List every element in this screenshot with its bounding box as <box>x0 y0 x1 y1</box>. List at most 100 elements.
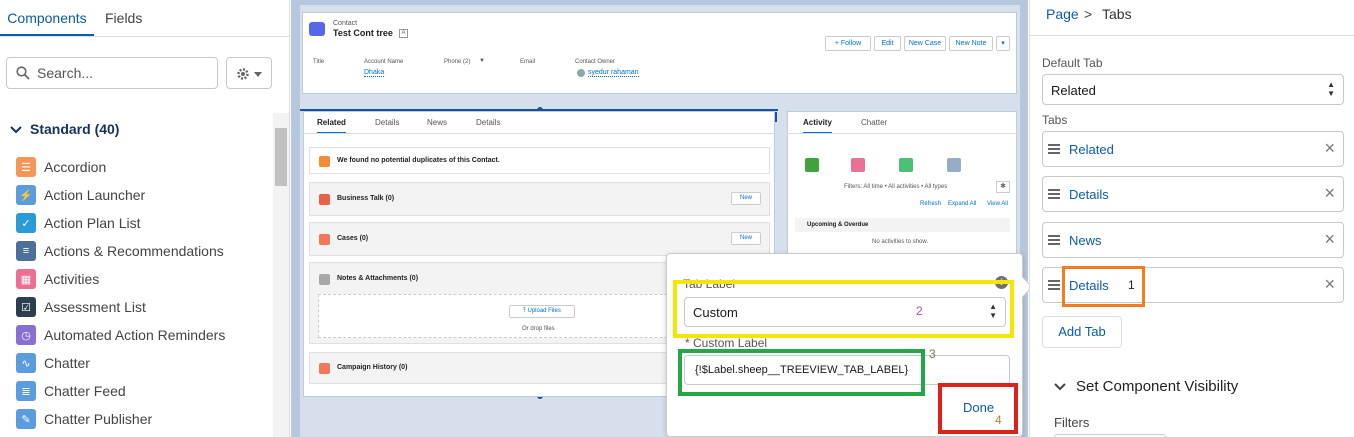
record-name: Test Cont tree <box>333 28 393 38</box>
filter-gear-icon[interactable]: ✱ <box>996 181 1010 193</box>
expand-all-link[interactable]: Expand All <box>948 201 976 207</box>
component-label: Chatter <box>44 355 90 371</box>
account-link[interactable]: Dhaka <box>364 69 385 77</box>
tab-item-label[interactable]: News <box>1069 233 1102 248</box>
tab-news[interactable]: News <box>427 118 447 127</box>
chevron-down-icon <box>1054 383 1066 391</box>
tab-details-2[interactable]: Details <box>476 118 500 127</box>
breadcrumb-separator: > <box>1084 6 1093 22</box>
component-item[interactable]: ◷ Automated Action Reminders <box>16 325 225 345</box>
duplicate-icon <box>319 156 330 167</box>
card-title: Cases (0) <box>337 235 369 242</box>
upload-label: Upload Files <box>527 308 561 314</box>
tabs-label: Tabs <box>1042 113 1068 127</box>
close-icon[interactable]: × <box>1324 138 1335 159</box>
drag-handle-icon[interactable] <box>1048 144 1060 154</box>
component-item[interactable]: ⚡ Action Launcher <box>16 185 145 205</box>
tab-item-label[interactable]: Related <box>1069 142 1114 157</box>
upload-files-button[interactable]: ⤒ Upload Files <box>509 305 575 318</box>
tab-components[interactable]: Components <box>0 0 94 36</box>
duplicates-card: We found no potential duplicates of this… <box>309 147 770 174</box>
tab-fields[interactable]: Fields <box>105 0 145 36</box>
close-icon[interactable]: × <box>1324 274 1335 295</box>
settings-menu-button[interactable] <box>226 57 272 89</box>
upcoming-section[interactable]: Upcoming & Overdue <box>795 218 1010 232</box>
component-label: Assessment List <box>44 299 146 315</box>
custom-label-text: Custom Label <box>693 336 768 350</box>
close-icon[interactable]: × <box>1324 183 1335 204</box>
annotation-number-3: 3 <box>929 347 936 361</box>
checklist-icon: ☑ <box>16 297 36 317</box>
field-label-title: Title <box>313 59 325 65</box>
avatar <box>577 69 585 77</box>
owner-link[interactable]: syedur rahaman <box>588 69 639 77</box>
components-panel: Components Fields Standard (40) ☰ Accordi… <box>0 0 290 437</box>
visibility-section[interactable]: Set Component Visibility <box>1054 378 1238 395</box>
component-item[interactable]: ▦ Activities <box>16 269 99 289</box>
component-label: Action Launcher <box>44 187 146 203</box>
component-item[interactable]: ≣ Chatter Feed <box>16 381 126 401</box>
card-title: Campaign History (0) <box>337 364 408 371</box>
search-icon <box>16 66 30 80</box>
component-item[interactable]: ☑ Assessment List <box>16 297 146 317</box>
tab-details[interactable]: Details <box>375 118 399 127</box>
card-title: Notes & Attachments (0) <box>337 275 419 282</box>
header-divider <box>1029 35 1354 36</box>
tab-item-related[interactable]: Related × <box>1042 131 1344 167</box>
annotation-number-1: 1 <box>1128 278 1135 292</box>
tab-chatter[interactable]: Chatter <box>861 118 887 127</box>
related-list-card: Cases (0) New <box>309 222 770 256</box>
search-input[interactable] <box>37 64 207 82</box>
drag-handle-icon[interactable] <box>1048 235 1060 245</box>
view-all-link[interactable]: View All <box>987 201 1008 207</box>
chevron-down-icon <box>10 126 22 134</box>
tab-item-label[interactable]: Details <box>1069 187 1109 202</box>
annotation-box-yellow <box>673 280 1014 338</box>
drag-handle-icon[interactable] <box>1048 280 1060 290</box>
tab-divider <box>0 36 290 37</box>
component-item[interactable]: ☰ Accordion <box>16 157 106 177</box>
more-actions-button[interactable]: ▾ <box>996 36 1010 51</box>
component-item[interactable]: ≡ Actions & Recommendations <box>16 241 224 261</box>
new-case-button[interactable]: New Case <box>904 36 946 51</box>
component-item[interactable]: ✓ Action Plan List <box>16 213 141 233</box>
phone-dropdown-icon[interactable]: ▼ <box>479 58 485 64</box>
gear-icon <box>237 68 249 80</box>
pulse-icon: ∿ <box>16 353 36 373</box>
tab-item-details[interactable]: Details × <box>1042 176 1344 212</box>
duplicates-text: We found no potential duplicates of this… <box>337 157 500 164</box>
log-call-icon[interactable] <box>805 158 819 172</box>
standard-section-header[interactable]: Standard (40) <box>10 121 119 137</box>
object-label: Contact <box>333 20 358 27</box>
component-label: Actions & Recommendations <box>44 243 224 259</box>
add-tab-button[interactable]: Add Tab <box>1042 316 1122 348</box>
new-button[interactable]: New <box>731 192 761 205</box>
new-button[interactable]: New <box>731 232 761 245</box>
default-tab-select[interactable]: Related ▲ ▼ <box>1042 74 1344 105</box>
refresh-link[interactable]: Refresh <box>920 201 941 207</box>
component-item[interactable]: ✎ Chatter Publisher <box>16 409 152 429</box>
record-header[interactable]: Contact Test Cont tree A + Follow Edit N… <box>302 12 1017 94</box>
scrollbar-thumb[interactable] <box>275 128 287 186</box>
hierarchy-icon[interactable]: A <box>399 29 408 38</box>
event-icon[interactable] <box>851 158 865 172</box>
tab-related[interactable]: Related <box>317 118 346 134</box>
list-icon: ≡ <box>16 241 36 261</box>
tab-activity[interactable]: Activity <box>803 118 832 134</box>
search-box[interactable] <box>6 57 218 89</box>
task-icon[interactable] <box>899 158 913 172</box>
follow-button[interactable]: + Follow <box>825 36 871 51</box>
email-icon[interactable] <box>947 158 961 172</box>
tab-item-news[interactable]: News × <box>1042 222 1344 258</box>
visibility-label: Set Component Visibility <box>1076 378 1239 395</box>
edit-button[interactable]: Edit <box>874 36 901 51</box>
close-icon[interactable]: × <box>1324 229 1335 250</box>
component-item[interactable]: ∿ Chatter <box>16 353 90 373</box>
component-label: Chatter Publisher <box>44 411 153 427</box>
drag-handle-icon[interactable] <box>1048 189 1060 199</box>
select-arrows-icon: ▲ ▼ <box>1327 80 1335 98</box>
breadcrumb-page[interactable]: Page <box>1046 6 1079 22</box>
field-label-phone: Phone (2) <box>444 59 471 65</box>
activities-icon: ▦ <box>16 269 36 289</box>
new-note-button[interactable]: New Note <box>949 36 993 51</box>
